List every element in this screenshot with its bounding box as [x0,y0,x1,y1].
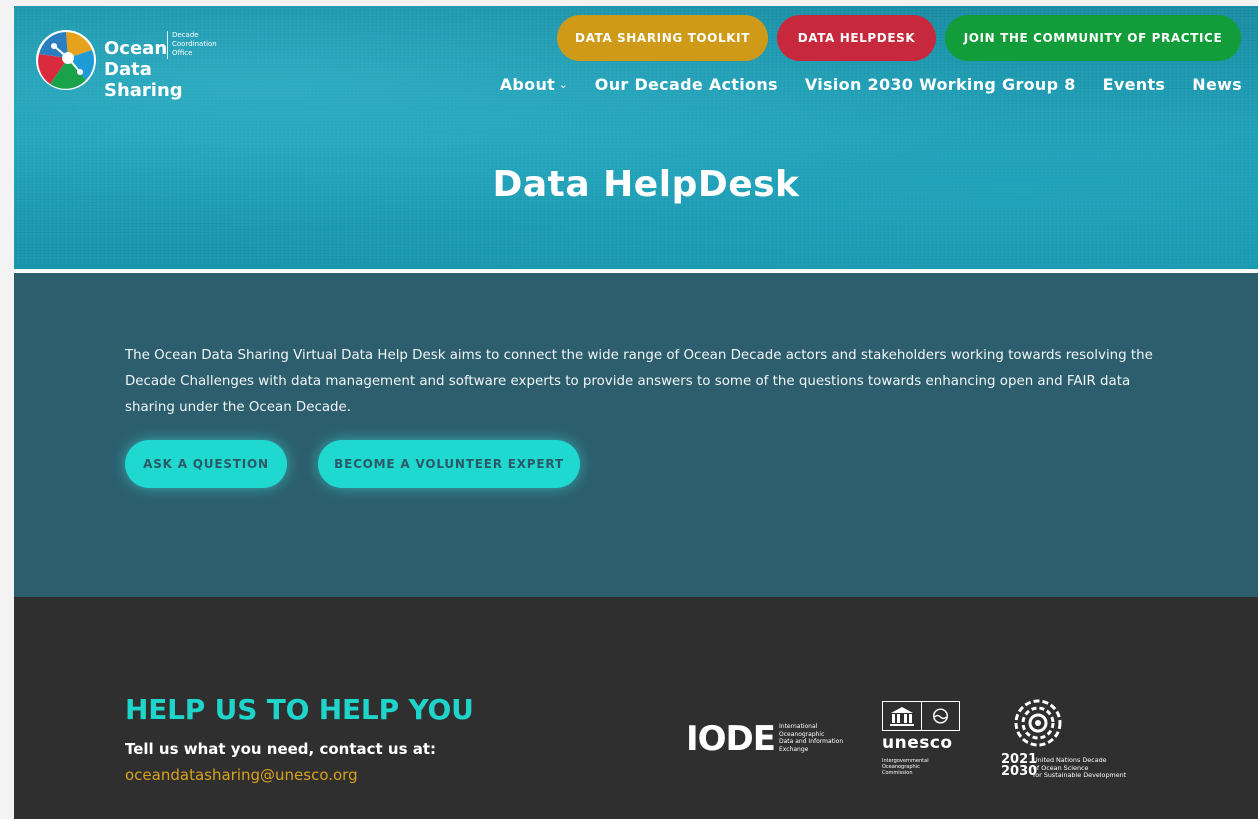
logo-sub-line: Office [172,49,193,57]
nav-item-about[interactable]: About ⌄ [500,75,568,94]
iode-logo[interactable]: IODE International Oceanographic Data an… [686,719,846,759]
contact-email-link[interactable]: oceandatasharing@unesco.org [125,766,358,784]
ocean-decade-wave-icon [1014,699,1062,747]
help-subtitle: Tell us what you need, contact us at: [125,740,437,758]
hero-banner: Ocean Data Sharing Decade Coordination O… [14,6,1258,269]
nav-item-events[interactable]: Events [1103,75,1166,94]
nav-item-label: About [499,74,556,94]
logo-sub-line: Decade [172,31,199,39]
logo-sub-line: Coordination [172,40,217,48]
iode-subtitle: International Oceanographic Data and Inf… [779,723,843,753]
iode-sub-line: Oceanographic [779,730,825,738]
decade-years: 2021 2030 [1001,753,1038,779]
logo-subtitle: Decade Coordination Office [172,31,217,58]
main-nav: About ⌄ Our Decade Actions Vision 2030 Wo… [473,72,1242,96]
site-logo[interactable]: Ocean Data Sharing Decade Coordination O… [34,28,234,101]
nav-item-news[interactable]: News [1192,75,1242,94]
join-community-button[interactable]: JOIN THE COMMUNITY OF PRACTICE [945,15,1241,61]
iode-wordmark: IODE [686,719,776,759]
help-title: HELP US TO HELP YOU [125,693,474,726]
chevron-down-icon: ⌄ [559,79,568,91]
intro-paragraph: The Ocean Data Sharing Virtual Data Help… [125,348,1153,415]
page-title: Data HelpDesk [492,164,800,205]
become-volunteer-expert-button[interactable]: BECOME A VOLUNTEER EXPERT [318,440,580,488]
unesco-ioc-logo[interactable]: unesco Intergovernmental Oceanographic C… [882,701,964,789]
iode-sub-line: International [779,723,818,730]
ocean-data-sharing-logo-icon [36,30,96,90]
data-sharing-toolkit-button[interactable]: DATA SHARING TOOLKIT [557,15,768,61]
page: Ocean Data Sharing Decade Coordination O… [14,6,1258,819]
logo-divider [167,31,168,59]
decade-subtitle: United Nations Decade of Ocean Science f… [1033,756,1127,780]
logo-line-data-sharing: Data Sharing [104,59,183,101]
ioc-wave-icon [921,702,949,730]
unesco-wordmark: unesco [882,733,953,753]
nav-item-vision-2030[interactable]: Vision 2030 Working Group 8 [805,75,1076,94]
temple-icon [890,707,914,726]
nav-item-our-decade-actions[interactable]: Our Decade Actions [595,75,778,94]
footer: HELP US TO HELP YOU Tell us what you nee… [14,597,1258,819]
ocean-decade-logo[interactable]: 2021 2030 United Nations Decade of Ocean… [1001,698,1141,788]
ask-question-button[interactable]: ASK A QUESTION [125,440,287,488]
intro-section: The Ocean Data Sharing Virtual Data Help… [14,273,1258,597]
unesco-sub-line: Commission [882,770,913,776]
unesco-subtitle: Intergovernmental Oceanographic Commissi… [882,758,929,776]
unesco-emblem [882,701,960,731]
iode-sub-line: Data and Information [779,738,844,745]
decade-sub-line: for Sustainable Development [1033,771,1127,780]
decade-year-end: 2030 [1001,764,1038,779]
data-helpdesk-button[interactable]: DATA HELPDESK [777,15,936,61]
iode-sub-line: Exchange [779,745,809,753]
